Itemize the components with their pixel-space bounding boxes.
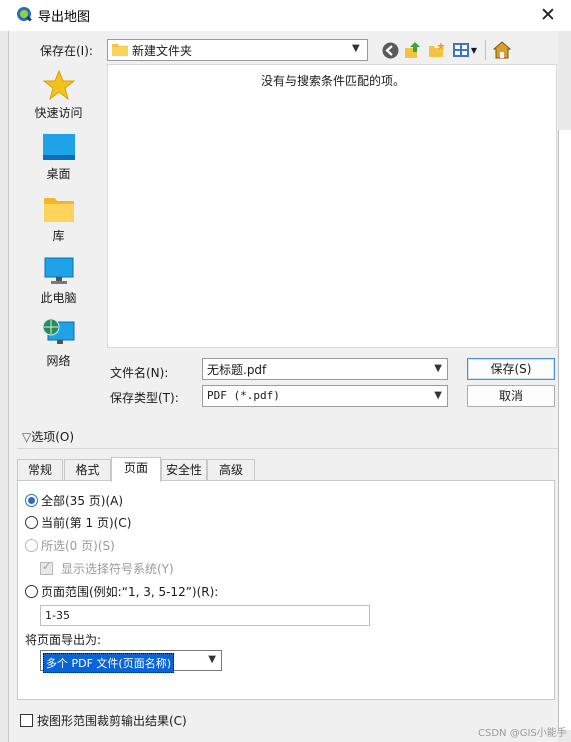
file-type-dropdown[interactable]: PDF (*.pdf) ▼ [202,385,448,407]
show-selection-symbology-label: 显示选择符号系统(Y) [61,562,174,576]
save-button[interactable]: 保存(S) [467,358,555,380]
radio-button [25,539,38,552]
options-divider [17,448,558,449]
place-label: 快速访问 [34,106,83,120]
home-icon [493,41,511,59]
library-folder-icon [43,198,74,222]
options-label: 选项(O) [31,430,75,444]
tab-advanced[interactable]: 高级 [207,459,255,481]
save-in-label: 保存在(I): [40,44,93,58]
app-globe-icon [17,7,32,22]
selected-pages-option: 所选(0 页)(S) [25,537,115,554]
up-folder-button[interactable] [403,40,423,60]
file-type-value: PDF (*.pdf) [207,389,280,402]
computer-icon [44,257,73,284]
new-folder-button[interactable] [427,40,447,60]
tab-pages[interactable]: 页面 [111,457,161,482]
toolbar-divider [485,40,486,60]
view-menu-button[interactable]: ▼ [451,40,479,60]
selected-pages-label: 所选(0 页)(S) [41,539,115,553]
cancel-button[interactable]: 取消 [467,385,555,407]
place-label: 库 [52,229,65,243]
options-toggle[interactable]: ▽选项(O) [22,428,74,445]
home-button[interactable] [492,40,512,60]
all-pages-label: 全部(35 页)(A) [41,494,124,508]
place-desktop[interactable]: 桌面 [17,133,100,182]
places-sidebar: 快速访问 桌面 库 此电脑 网络 [17,64,100,374]
page-range-label: 页面范围(例如:“1, 3, 5-12”)(R): [41,585,219,599]
window-title: 导出地图 [38,10,91,25]
place-label: 桌面 [46,167,71,181]
current-page-option[interactable]: 当前(第 1 页)(C) [25,514,131,531]
place-this-pc[interactable]: 此电脑 [17,257,100,306]
place-libraries[interactable]: 库 [17,195,100,244]
folder-icon [112,44,128,56]
up-folder-icon [405,42,420,58]
chevron-down-icon: ▼ [470,45,478,55]
back-arrow-icon [382,42,398,58]
export-pages-as-label: 将页面导出为: [25,633,102,647]
chevron-down-icon: ▼ [208,654,216,665]
radio-button[interactable] [25,516,38,529]
close-button[interactable]: ✕ [534,2,562,28]
page-range-input[interactable]: 1-35 [40,605,370,626]
show-selection-symbology-option: 显示选择符号系统(Y) [40,560,174,577]
radio-button[interactable] [25,494,38,507]
export-map-dialog: 导出地图 ✕ 保存在(I): 新建文件夹 ▼ ▼ 快速访问 桌面 库 此电脑 网… [0,0,571,742]
place-label: 网络 [46,354,71,368]
tab-security[interactable]: 安全性 [161,459,207,481]
place-label: 此电脑 [40,291,77,305]
chevron-down-icon: ▼ [434,363,442,374]
page-range-option[interactable]: 页面范围(例如:“1, 3, 5-12”)(R): [25,583,218,600]
watermark: CSDN @GIS小能手 [478,728,567,739]
back-button[interactable] [380,40,400,60]
checkbox [40,560,53,575]
file-name-label: 文件名(N): [110,366,169,380]
export-pages-as-value: 多个 PDF 文件(页面名称) [43,653,175,673]
file-name-field[interactable]: 无标题.pdf ▼ [202,358,448,380]
new-folder-icon [429,42,445,57]
chevron-down-icon: ▼ [434,390,442,401]
checkbox[interactable] [20,714,33,727]
empty-list-message: 没有与搜索条件匹配的项。 [260,74,405,88]
clip-to-graphics-label: 按图形范围裁剪输出结果(C) [37,714,187,728]
star-icon [42,70,75,100]
close-icon: ✕ [540,4,556,26]
place-quick-access[interactable]: 快速访问 [17,70,100,121]
desktop-icon [42,134,75,160]
tab-general[interactable]: 常规 [17,459,63,481]
clip-to-graphics-option[interactable]: 按图形范围裁剪输出结果(C) [20,712,187,729]
chevron-down-icon: ▽ [22,430,32,444]
file-type-label: 保存类型(T): [110,391,179,405]
chevron-down-icon: ▼ [352,43,360,54]
place-network[interactable]: 网络 [17,318,100,369]
file-list[interactable]: 没有与搜索条件匹配的项。 [107,64,557,348]
tab-format[interactable]: 格式 [64,459,111,481]
file-name-value: 无标题.pdf [207,363,267,377]
view-grid-icon [452,43,469,57]
save-in-value: 新建文件夹 [132,44,193,58]
network-icon [42,318,74,344]
current-page-label: 当前(第 1 页)(C) [41,516,132,530]
radio-button[interactable] [25,585,38,598]
export-pages-as-dropdown[interactable]: 多个 PDF 文件(页面名称) ▼ [40,650,222,673]
all-pages-option[interactable]: 全部(35 页)(A) [25,492,123,509]
